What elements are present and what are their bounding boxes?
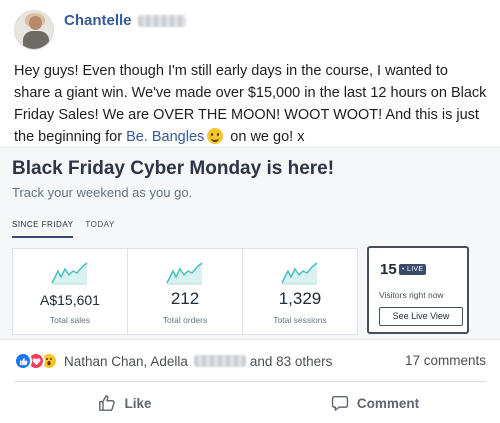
divider <box>14 381 486 382</box>
like-reaction-icon <box>14 352 32 370</box>
comment-label: Comment <box>356 395 420 411</box>
smile-emoji-icon <box>207 128 224 144</box>
sparkline-icon <box>51 262 88 285</box>
stat-label: Total sessions <box>273 315 327 325</box>
avatar[interactable] <box>14 10 54 50</box>
card-subtitle: Track your weekend as you go. <box>12 185 193 200</box>
action-bar: Like Comment <box>0 384 500 422</box>
see-live-view-button[interactable]: See Live View <box>379 307 463 326</box>
stat-total-sales: A$15,601 Total sales <box>13 249 128 334</box>
brand-link[interactable]: Be. Bangles <box>126 129 204 145</box>
live-visitor-count: 15 <box>380 261 397 278</box>
live-visitors-panel: 15 • LIVE Visitors right now See Live Vi… <box>367 246 469 334</box>
sparkline-icon <box>166 262 203 285</box>
post-text-line: share a giant win. We've made over $15,0… <box>14 85 487 101</box>
author-name[interactable]: Chantelle <box>64 12 132 29</box>
tab-today[interactable]: TODAY <box>85 220 114 238</box>
period-tabs: SINCE FRIDAY TODAY <box>12 220 127 238</box>
reactions-row: Nathan Chan, Adella and 83 others 17 com… <box>14 350 486 372</box>
like-button[interactable]: Like <box>0 384 250 422</box>
shared-dashboard-card: Black Friday Cyber Monday is here! Track… <box>0 147 500 340</box>
reaction-names-start: Nathan Chan, Adella <box>64 353 188 369</box>
stat-value: 1,329 <box>278 289 322 308</box>
stat-value: 212 <box>170 289 200 308</box>
stat-total-orders: 212 Total orders <box>128 249 243 334</box>
post-header: Chantelle <box>14 10 186 50</box>
post-text-fragment: the beginning for <box>14 129 127 145</box>
comments-count-link[interactable]: 17 comments <box>405 353 486 368</box>
blurred-surname <box>193 355 246 367</box>
reaction-icons[interactable] <box>14 352 58 370</box>
author: Chantelle <box>64 12 186 29</box>
post-text-line: Hey guys! Even though I'm still early da… <box>14 63 448 79</box>
post-text-line: the beginning for Be. Bangles on we go! … <box>14 126 486 148</box>
stat-total-sessions: 1,329 Total sessions <box>243 249 357 334</box>
thumbs-up-icon <box>99 395 116 411</box>
post-text-line: Friday Sales! We are OVER THE MOON! WOOT… <box>14 107 479 123</box>
reaction-names-end: and 83 others <box>249 353 333 369</box>
comment-button[interactable]: Comment <box>250 384 500 422</box>
reaction-names[interactable]: Nathan Chan, Adella and 83 others <box>64 354 332 369</box>
comment-bubble-icon <box>331 395 349 411</box>
stat-label: Total orders <box>162 315 208 325</box>
post-text: Hey guys! Even though I'm still early da… <box>14 60 486 148</box>
like-label: Like <box>124 395 152 411</box>
stat-value: A$15,601 <box>40 292 100 308</box>
sparkline-icon <box>281 262 318 285</box>
tab-since-friday[interactable]: SINCE FRIDAY <box>12 220 74 238</box>
stat-label: Total sales <box>49 315 91 325</box>
live-label: Visitors right now <box>379 290 444 300</box>
stats-panel: A$15,601 Total sales 212 Total orders 1,… <box>12 248 358 335</box>
live-badge: • LIVE <box>399 264 427 275</box>
post-text-fragment: on we go! x <box>226 129 305 145</box>
card-title: Black Friday Cyber Monday is here! <box>12 158 335 179</box>
blurred-surname <box>137 14 186 27</box>
